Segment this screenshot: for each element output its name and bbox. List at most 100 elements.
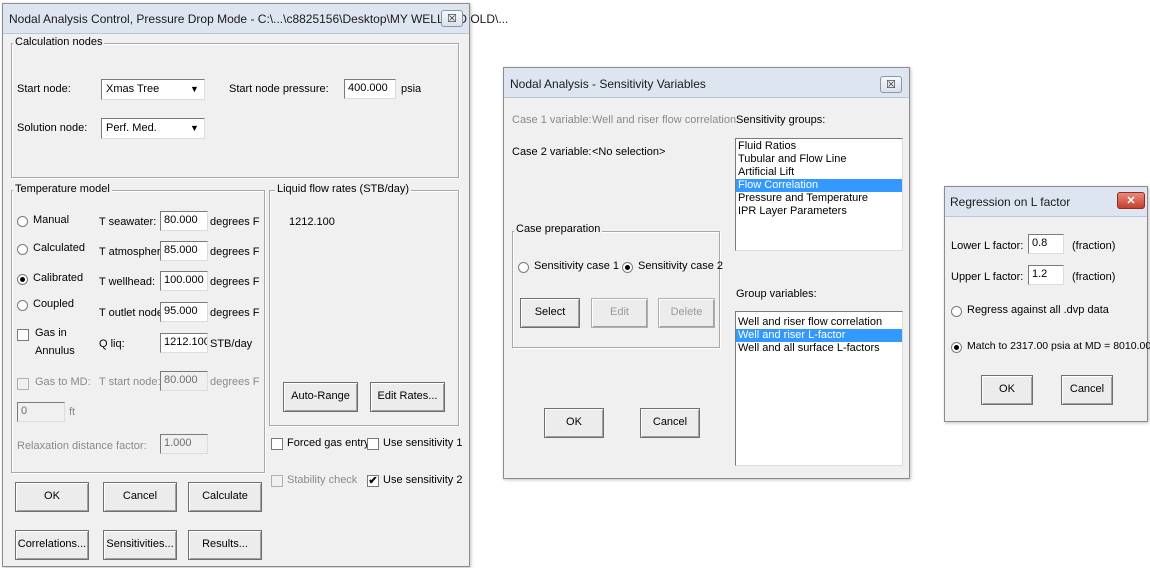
calibrated-radio-label: Calibrated [33, 272, 84, 284]
manual-radio-label: Manual [33, 214, 70, 226]
lower-l-factor-input[interactable]: 0.8 [1028, 234, 1064, 254]
calibrated-radio[interactable] [17, 274, 28, 285]
cancel-button[interactable]: Cancel [1061, 375, 1113, 405]
dialog-title: Regression on L factor [950, 195, 1071, 209]
dialog-title: Nodal Analysis - Sensitivity Variables [510, 77, 706, 91]
calculation-nodes-group [11, 43, 459, 178]
list-item[interactable]: Tubular and Flow Line [736, 153, 902, 166]
cancel-button[interactable]: Cancel [103, 482, 177, 512]
case1-variable-label: Case 1 variable: [512, 114, 592, 126]
use-sensitivity-1-label: Use sensitivity 1 [383, 437, 463, 449]
relaxation-distance-input[interactable]: 1.000 [160, 434, 208, 454]
list-item[interactable]: Well and riser flow correlation [736, 316, 902, 329]
edit-button[interactable]: Edit [591, 298, 648, 328]
edit-rates-button[interactable]: Edit Rates... [370, 382, 445, 412]
ok-button[interactable]: OK [544, 408, 604, 438]
gas-in-annulus-label-2: Annulus [35, 345, 75, 357]
t-wellhead-unit: degrees F [210, 276, 260, 288]
auto-range-button[interactable]: Auto-Range [283, 382, 358, 412]
match-to-label: Match to 2317.00 psia at MD = 8010.000 f… [967, 340, 1150, 352]
dialog-title: Nodal Analysis Control, Pressure Drop Mo… [9, 12, 509, 26]
list-item[interactable]: Well and riser L-factor [736, 329, 902, 342]
regression-l-factor-dialog: Regression on L factor ✕ Lower L factor:… [944, 186, 1150, 422]
title-bar[interactable]: Nodal Analysis Control, Pressure Drop Mo… [3, 4, 508, 34]
t-outlet-node-label: T outlet node: [99, 307, 167, 319]
sensitivity-groups-list[interactable]: Fluid Ratios Tubular and Flow Line Artif… [735, 138, 903, 251]
list-item[interactable]: IPR Layer Parameters [736, 205, 902, 218]
sensitivity-case-2-label: Sensitivity case 2 [638, 260, 723, 272]
title-bar[interactable]: Regression on L factor ✕ [945, 187, 1147, 217]
stability-check-label: Stability check [287, 474, 358, 486]
upper-l-factor-label: Upper L factor: [951, 271, 1024, 283]
cancel-button[interactable]: Cancel [640, 408, 700, 438]
t-start-node-input[interactable]: 80.000 [160, 371, 208, 391]
select-button[interactable]: Select [520, 298, 580, 328]
calculated-radio[interactable] [17, 244, 28, 255]
list-item[interactable]: Fluid Ratios [736, 140, 902, 153]
chevron-down-icon[interactable]: ▼ [187, 81, 202, 97]
t-seawater-unit: degrees F [210, 216, 260, 228]
start-node-pressure-label: Start node pressure: [229, 83, 329, 95]
q-liq-input[interactable]: 1212.100 [160, 333, 208, 353]
manual-radio[interactable] [17, 216, 28, 227]
t-outlet-node-unit: degrees F [210, 307, 260, 319]
t-atmosphere-input[interactable]: 85.000 [160, 241, 208, 261]
solution-node-value: Perf. Med. [106, 122, 157, 134]
nodal-analysis-control-dialog: Nodal Analysis Control, Pressure Drop Mo… [2, 3, 508, 567]
t-outlet-node-input[interactable]: 95.000 [160, 302, 208, 322]
sensitivity-case-2-radio[interactable] [622, 262, 633, 273]
correlations-button[interactable]: Correlations... [15, 530, 89, 560]
sensitivity-case-1-label: Sensitivity case 1 [534, 260, 619, 272]
use-sensitivity-1-checkbox[interactable] [367, 438, 379, 450]
gas-to-md-checkbox[interactable] [17, 378, 29, 390]
lower-l-factor-label: Lower L factor: [951, 240, 1024, 252]
regress-all-radio[interactable] [951, 306, 962, 317]
t-seawater-label: T seawater: [99, 216, 157, 228]
t-seawater-input[interactable]: 80.000 [160, 211, 208, 231]
stability-check-checkbox[interactable] [271, 475, 283, 487]
start-node-value: Xmas Tree [106, 83, 160, 95]
close-icon[interactable]: ☒ [880, 76, 902, 93]
use-sensitivity-2-checkbox[interactable]: ✔ [367, 475, 379, 487]
group-variables-list[interactable]: Well and riser flow correlation Well and… [735, 311, 903, 466]
gas-in-annulus-checkbox[interactable] [17, 329, 29, 341]
title-bar[interactable]: Nodal Analysis - Sensitivity Variables ☒ [504, 68, 909, 98]
ok-button[interactable]: OK [981, 375, 1033, 405]
match-to-radio[interactable] [951, 342, 962, 353]
start-node-label: Start node: [17, 83, 71, 95]
forced-gas-entry-label: Forced gas entry [287, 437, 370, 449]
relaxation-distance-label: Relaxation distance factor: [17, 440, 147, 452]
list-item[interactable]: Flow Correlation [736, 179, 902, 192]
t-wellhead-input[interactable]: 100.000 [160, 271, 208, 291]
results-button[interactable]: Results... [188, 530, 262, 560]
ok-button[interactable]: OK [15, 482, 89, 512]
forced-gas-entry-checkbox[interactable] [271, 438, 283, 450]
start-node-select[interactable]: Xmas Tree ▼ [101, 79, 205, 100]
md-unit: ft [69, 406, 76, 418]
list-item[interactable]: Artificial Lift [736, 166, 902, 179]
chevron-down-icon[interactable]: ▼ [187, 120, 202, 136]
list-item[interactable]: Pressure and Temperature [736, 192, 902, 205]
start-node-pressure-unit: psia [401, 83, 422, 95]
coupled-radio-label: Coupled [33, 298, 74, 310]
solution-node-select[interactable]: Perf. Med. ▼ [101, 118, 205, 139]
start-node-pressure-input[interactable]: 400.000 [344, 79, 396, 99]
t-start-node-unit: degrees F [210, 376, 260, 388]
calculation-nodes-label: Calculation nodes [13, 36, 105, 48]
group-variables-label: Group variables: [736, 288, 817, 300]
case2-variable-value: <No selection> [592, 146, 666, 158]
close-icon[interactable]: ✕ [1117, 192, 1145, 209]
case-preparation-group [512, 231, 720, 348]
upper-l-factor-input[interactable]: 1.2 [1028, 265, 1064, 285]
coupled-radio[interactable] [17, 300, 28, 311]
use-sensitivity-2-label: Use sensitivity 2 [383, 474, 463, 486]
solution-node-label: Solution node: [17, 122, 88, 134]
close-icon[interactable]: ☒ [441, 10, 463, 27]
sensitivities-button[interactable]: Sensitivities... [103, 530, 177, 560]
upper-l-factor-unit: (fraction) [1072, 271, 1116, 283]
calculate-button[interactable]: Calculate [188, 482, 262, 512]
list-item[interactable]: Well and all surface L-factors [736, 342, 902, 355]
delete-button[interactable]: Delete [658, 298, 715, 328]
md-input[interactable]: 0 [17, 402, 65, 422]
sensitivity-case-1-radio[interactable] [518, 262, 529, 273]
